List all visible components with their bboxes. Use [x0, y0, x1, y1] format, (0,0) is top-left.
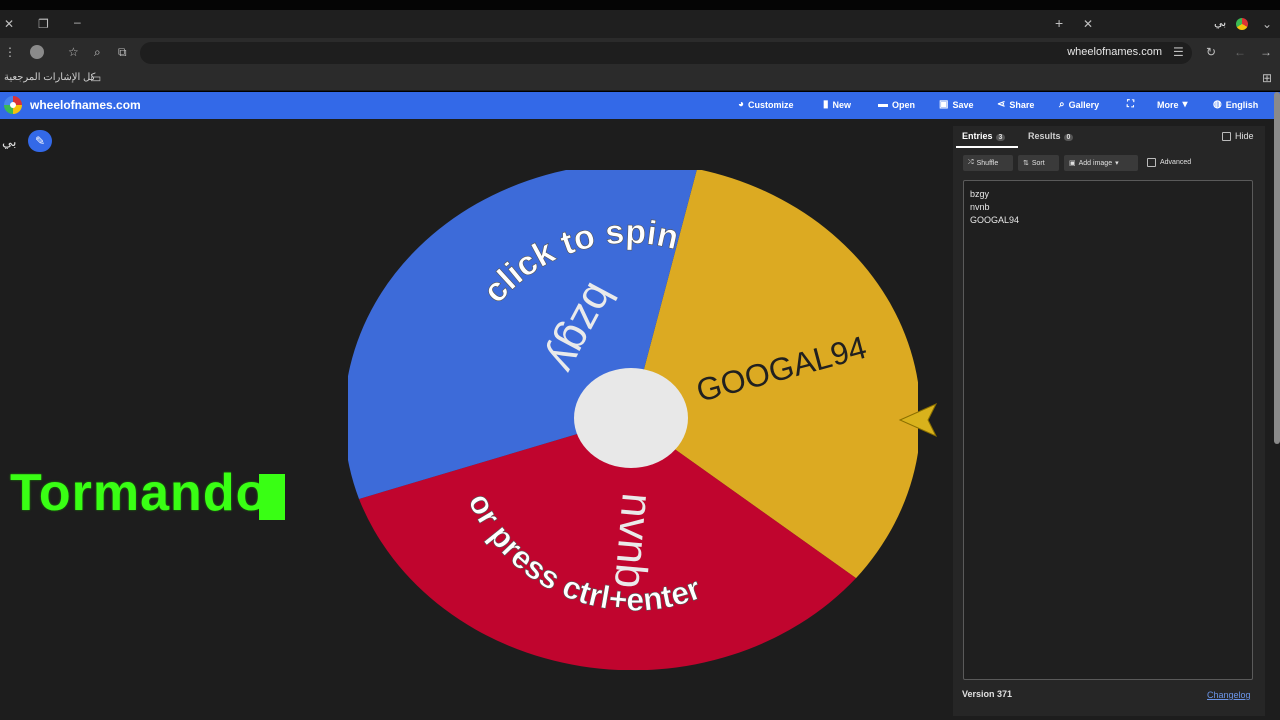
entries-count-badge: 3	[995, 134, 1006, 141]
menu-language[interactable]: ◍ English	[1213, 99, 1258, 110]
fullscreen-icon: ⛶	[1127, 99, 1134, 110]
address-bar[interactable]	[140, 42, 1192, 64]
tab-search-chevron-icon[interactable]: ⌄	[1262, 17, 1272, 31]
search-icon: ⌕	[1059, 99, 1065, 110]
tab-title[interactable]: بي	[1214, 16, 1226, 29]
checkbox-box[interactable]	[1147, 158, 1156, 167]
menu-save[interactable]: ▣ Save	[939, 99, 973, 110]
pencil-icon: ✎	[34, 134, 46, 148]
overlay-text: Tormando	[10, 464, 269, 522]
results-count-badge: 0	[1063, 134, 1074, 141]
tab-results[interactable]: Results 0	[1028, 131, 1074, 141]
menu-customize[interactable]: ◕ Customize	[738, 99, 794, 110]
palette-icon: ◕	[738, 99, 745, 110]
reload-icon[interactable]: ↻	[1206, 45, 1216, 59]
bookmarks-bar	[0, 66, 1280, 91]
site-title[interactable]: wheelofnames.com	[30, 98, 141, 112]
profile-avatar[interactable]	[30, 45, 44, 59]
add-image-label: Add image	[1078, 159, 1113, 167]
close-tab-icon[interactable]: ✕	[1083, 17, 1093, 31]
file-icon: ▮	[823, 99, 829, 110]
forward-icon[interactable]: ←	[1234, 45, 1246, 59]
entries-textarea[interactable]: bzgy nvnb GOOGAL94	[963, 180, 1253, 680]
folder-icon: ▬	[878, 99, 888, 110]
chevron-down-icon: ▾	[1182, 99, 1188, 110]
menu-label: New	[832, 99, 852, 110]
close-window-icon[interactable]: ✕	[4, 17, 14, 31]
share-icon: ⋖	[997, 99, 1006, 110]
url-text[interactable]: wheelofnames.com	[1067, 46, 1162, 58]
changelog-link[interactable]: Changelog	[1207, 690, 1251, 700]
menu-gallery[interactable]: ⌕ Gallery	[1059, 99, 1099, 110]
wheel-logo-icon[interactable]	[4, 96, 22, 114]
menu-label: Gallery	[1068, 99, 1100, 110]
sort-button[interactable]: ⇅ Sort	[1018, 155, 1059, 171]
menu-label: Save	[952, 99, 974, 110]
folder-icon[interactable]: ▭	[90, 71, 101, 85]
version-label: Version 371	[962, 689, 1013, 699]
chevron-down-icon: ▾	[1115, 160, 1119, 167]
menu-fullscreen[interactable]: ⛶	[1127, 99, 1134, 110]
shuffle-icon: ⤮	[968, 159, 974, 166]
menu-kebab-icon[interactable]: ⋮	[4, 45, 16, 59]
globe-icon: ◍	[1213, 99, 1222, 110]
advanced-label: Advanced	[1160, 159, 1192, 166]
tab-entries[interactable]: Entries 3	[962, 131, 1006, 141]
active-tab-underline	[956, 146, 1018, 148]
menu-share[interactable]: ⋖ Share	[997, 99, 1034, 110]
save-icon: ▣	[939, 99, 949, 110]
restore-window-icon[interactable]: ❐	[38, 17, 49, 31]
back-icon[interactable]: →	[1260, 45, 1272, 59]
minimize-window-icon[interactable]: –	[74, 15, 81, 29]
menu-more[interactable]: More ▾	[1157, 99, 1188, 110]
sort-icon: ⇅	[1023, 160, 1029, 167]
shuffle-label: Shuffle	[976, 159, 999, 167]
overlay-cursor-block	[259, 474, 285, 520]
menu-label: Share	[1009, 99, 1035, 110]
tab-strip: ✕ ❐ – + ✕ بي ⌄	[0, 10, 1280, 38]
sort-label: Sort	[1031, 159, 1045, 167]
hide-checkbox[interactable]: Hide	[1222, 131, 1254, 141]
menu-label: English	[1225, 99, 1259, 110]
segment-label-nvnb: nvnb	[605, 491, 662, 590]
list-item: bzgy	[970, 189, 990, 199]
menu-label: Customize	[748, 99, 794, 110]
wheel-center-hub[interactable]	[574, 368, 688, 468]
new-tab-icon[interactable]: +	[1055, 16, 1063, 30]
spin-wheel[interactable]: GOOGAL94 GOOGAL94 bzgy nvnb click to spi…	[348, 170, 918, 670]
page-scrollbar[interactable]	[1274, 92, 1280, 444]
image-icon: ▣	[1069, 160, 1076, 167]
translate-icon[interactable]: ⧉	[118, 45, 127, 59]
list-item: GOOGAL94	[970, 215, 1020, 225]
menu-open[interactable]: ▬ Open	[878, 99, 915, 110]
tab-results-label: Results	[1028, 131, 1061, 141]
tab-entries-label: Entries	[962, 131, 993, 141]
menu-label: More	[1157, 99, 1179, 110]
zoom-icon[interactable]: ⌕	[94, 45, 101, 59]
apps-grid-icon[interactable]: ⊞	[1262, 71, 1272, 85]
tab-favicon-icon	[1236, 18, 1248, 30]
list-item: nvnb	[970, 202, 990, 212]
advanced-checkbox[interactable]: Advanced	[1147, 158, 1191, 167]
add-image-button[interactable]: ▣ Add image ▾	[1064, 155, 1138, 171]
wheel-pointer-icon	[898, 402, 938, 438]
menu-new[interactable]: ▮ New	[823, 99, 851, 110]
shuffle-button[interactable]: ⤮ Shuffle	[963, 155, 1013, 171]
site-settings-icon[interactable]: ☰	[1173, 45, 1184, 59]
checkbox-box[interactable]	[1222, 131, 1231, 141]
edit-title-button[interactable]: ✎	[28, 130, 52, 152]
menu-label: Open	[892, 99, 916, 110]
wheel-title: بي	[2, 134, 17, 149]
hide-label: Hide	[1235, 131, 1254, 141]
window-top-edge	[0, 0, 1280, 10]
all-bookmarks-label[interactable]: كل الإشارات المرجعية	[4, 72, 95, 83]
bookmark-star-icon[interactable]: ☆	[68, 45, 79, 59]
